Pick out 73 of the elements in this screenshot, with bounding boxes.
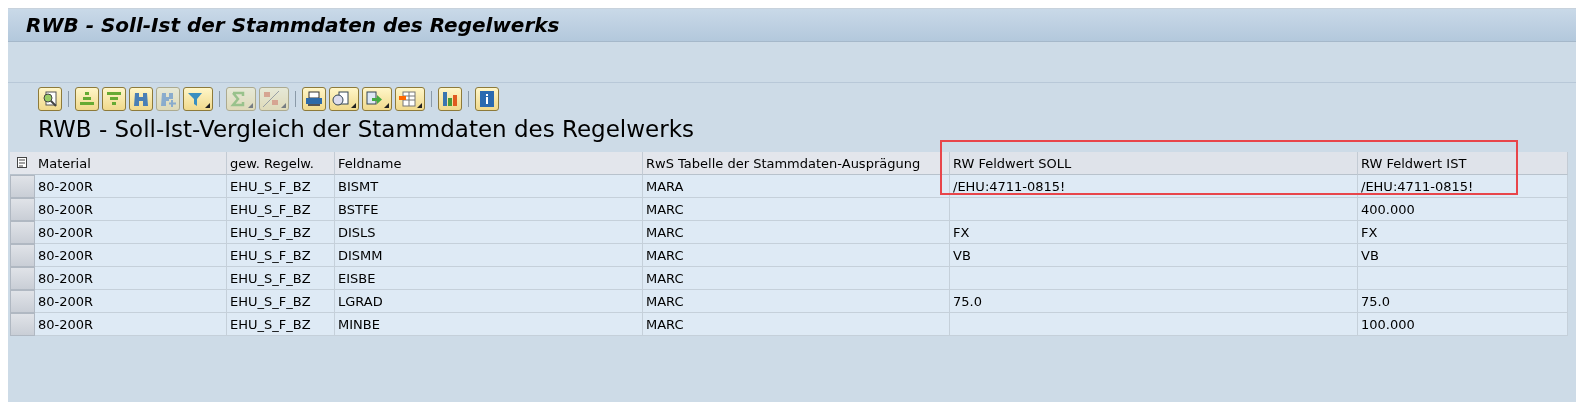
table-cell: MARC <box>643 313 950 336</box>
table-cell: 80-200R <box>35 244 227 267</box>
toolbar-button[interactable] <box>329 87 359 111</box>
toolbar-button[interactable] <box>38 87 62 111</box>
table-cell: 400.000 <box>1358 198 1568 221</box>
info-icon <box>478 90 496 108</box>
table-cell: VB <box>950 244 1358 267</box>
column-header[interactable]: gew. Regelw. <box>227 152 335 175</box>
sort-descending-icon <box>105 90 123 108</box>
dropdown-arrow-icon <box>417 103 422 108</box>
table-cell: MARC <box>643 221 950 244</box>
table-cell: EISBE <box>335 267 643 290</box>
sum-icon <box>229 90 247 108</box>
column-header[interactable]: Material <box>35 152 227 175</box>
table-cell: EHU_S_F_BZ <box>227 221 335 244</box>
dropdown-arrow-icon <box>205 103 210 108</box>
table-cell: BSTFE <box>335 198 643 221</box>
filter-icon <box>186 90 204 108</box>
dropdown-arrow-icon <box>384 103 389 108</box>
toolbar-button[interactable] <box>302 87 326 111</box>
table-cell: 100.000 <box>1358 313 1568 336</box>
table-cell: MARC <box>643 244 950 267</box>
window-title: RWB - Soll-Ist der Stammdaten des Regelwerks <box>26 13 560 37</box>
table-cell: DISLS <box>335 221 643 244</box>
documents-icon <box>332 90 350 108</box>
table-cell: VB <box>1358 244 1568 267</box>
column-header[interactable]: Feldname <box>335 152 643 175</box>
table-cell: 75.0 <box>950 290 1358 313</box>
table-cell: EHU_S_F_BZ <box>227 290 335 313</box>
subtotal-icon <box>262 90 280 108</box>
table-cell: 80-200R <box>35 198 227 221</box>
table-cell: MARC <box>643 198 950 221</box>
magnifier-list-icon <box>41 90 59 108</box>
binoculars-plus-icon <box>159 90 177 108</box>
table-cell: 80-200R <box>35 290 227 313</box>
table-cell: LGRAD <box>335 290 643 313</box>
table-cell: BISMT <box>335 175 643 198</box>
table-cell: EHU_S_F_BZ <box>227 175 335 198</box>
table-cell: FX <box>950 221 1358 244</box>
sort-ascending-icon <box>78 90 96 108</box>
table-cell: MARC <box>643 290 950 313</box>
table-cell: 75.0 <box>1358 290 1568 313</box>
dropdown-arrow-icon <box>281 103 286 108</box>
table-cell: 80-200R <box>35 267 227 290</box>
table-cell: EHU_S_F_BZ <box>227 267 335 290</box>
table-cell: 80-200R <box>35 313 227 336</box>
list-heading: RWB - Soll-Ist-Vergleich der Stammdaten des Regelwerks <box>38 116 695 144</box>
column-header[interactable]: RW Feldwert IST <box>1358 152 1568 175</box>
table-settings-icon[interactable] <box>10 152 35 175</box>
column-header[interactable]: RW Feldwert SOLL <box>950 152 1358 175</box>
table-cell: MINBE <box>335 313 643 336</box>
table-cell: DISMM <box>335 244 643 267</box>
table-cell: 80-200R <box>35 175 227 198</box>
table-cell: MARC <box>643 267 950 290</box>
bar-chart-icon <box>441 90 459 108</box>
table-cell: EHU_S_F_BZ <box>227 198 335 221</box>
export-icon <box>365 90 383 108</box>
printer-icon <box>305 90 323 108</box>
table-cell: EHU_S_F_BZ <box>227 313 335 336</box>
table-cell: EHU_S_F_BZ <box>227 244 335 267</box>
table-cell: MARA <box>643 175 950 198</box>
column-header[interactable]: RwS Tabelle der Stammdaten-Ausprägung <box>643 152 950 175</box>
table-cell: /EHU:4711-0815! <box>1358 175 1568 198</box>
toolbar-button[interactable] <box>395 87 425 111</box>
toolbar-button[interactable] <box>438 87 462 111</box>
dropdown-arrow-icon <box>248 103 253 108</box>
table-cell: 80-200R <box>35 221 227 244</box>
grid-layout-icon <box>398 90 416 108</box>
binoculars-icon <box>132 90 150 108</box>
table-cell: /EHU:4711-0815! <box>950 175 1358 198</box>
dropdown-arrow-icon <box>351 103 356 108</box>
toolbar-button[interactable] <box>475 87 499 111</box>
table-cell: FX <box>1358 221 1568 244</box>
